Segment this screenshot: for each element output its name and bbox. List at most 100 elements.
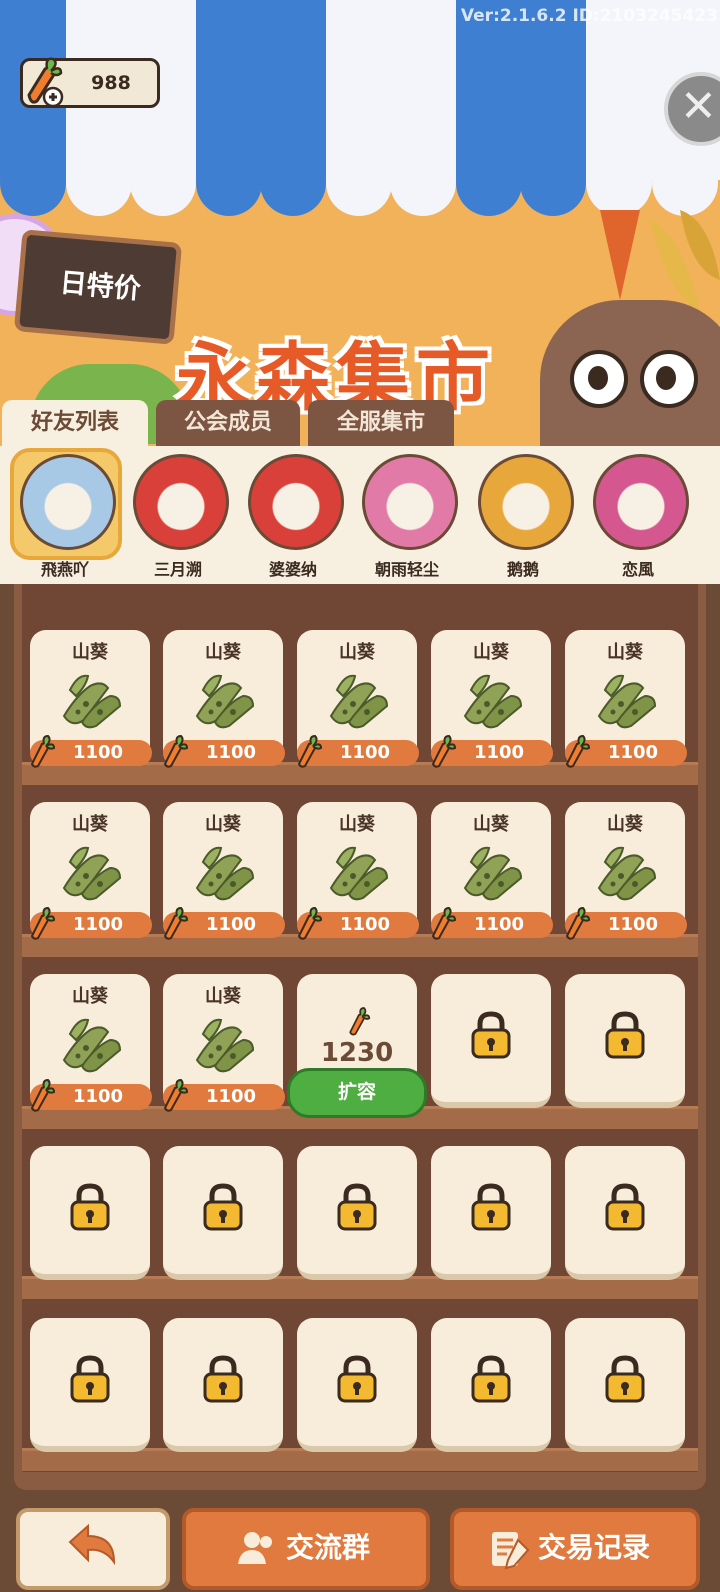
locked-slot[interactable] [431,1318,551,1452]
wasabi-icon [329,846,389,901]
friend-avatar-item[interactable]: 朝雨轻尘 [352,454,462,584]
wasabi-icon [195,674,255,729]
shelf-item-slot[interactable]: 山葵 1100 [163,630,285,768]
locked-slot[interactable] [431,974,551,1108]
item-name: 山葵 [607,642,643,663]
wasabi-icon [329,674,389,729]
shelf-item-slot[interactable]: 山葵 1100 [297,630,419,768]
locked-slot[interactable] [565,974,685,1108]
lock-icon [337,1183,377,1231]
locked-slot[interactable] [30,1146,150,1280]
item-price: 1100 [339,914,391,935]
friend-avatar-item[interactable]: 恋風 [583,454,693,584]
item-name: 山葵 [473,814,509,835]
carrot-icon [27,57,64,108]
item-name: 山葵 [473,642,509,663]
wasabi-icon [62,846,122,901]
avatar [478,454,574,550]
tab-server-market[interactable]: 全服集市 [308,400,454,448]
avatar [593,454,689,550]
item-price-tag: 1100 [163,734,285,768]
chat-group-label: 交流群 [286,1531,371,1564]
lock-icon [70,1183,110,1231]
wasabi-icon [597,674,657,729]
item-name: 山葵 [607,814,643,835]
item-price-tag: 1100 [30,734,152,768]
lock-icon [605,1355,645,1403]
lock-icon [471,1355,511,1403]
shelf-item-slot[interactable]: 山葵 1100 [431,802,553,940]
group-icon [238,1532,272,1564]
wasabi-icon [62,674,122,729]
friend-avatar-item[interactable]: 鹅鹅 [468,454,578,584]
locked-slot[interactable] [565,1146,685,1280]
currency-value: 988 [91,72,131,94]
avatar [362,454,458,550]
shelf-item-slot[interactable]: 山葵 1100 [163,802,285,940]
expand-slot[interactable]: 1230 扩容 [287,974,427,1118]
shelf-item-slot[interactable]: 山葵 1100 [163,974,285,1112]
avatar [248,454,344,550]
shelf-item-slot[interactable]: 山葵 1100 [30,630,152,768]
locked-slot[interactable] [30,1318,150,1452]
friend-name: 飛燕吖 [40,560,89,579]
item-price: 1100 [205,1086,257,1107]
locked-slot[interactable] [163,1318,283,1452]
locked-slot[interactable] [297,1146,417,1280]
lock-icon [471,1183,511,1231]
locked-slot[interactable] [163,1146,283,1280]
lock-icon [605,1011,645,1059]
friend-avatar-item[interactable]: 飛燕吖 [10,448,122,584]
locked-slot[interactable] [565,1318,685,1452]
item-price-tag: 1100 [297,906,419,940]
shelf-item-slot[interactable]: 山葵 1100 [30,802,152,940]
tab-guild-members[interactable]: 公会成员 [156,400,300,448]
friend-avatar-item[interactable]: 婆婆纳 [238,454,348,584]
item-name: 山葵 [339,814,375,835]
item-price-tag: 1100 [431,906,553,940]
shelf-item-slot[interactable]: 山葵 1100 [431,630,553,768]
friend-name: 恋風 [621,560,654,579]
item-price: 1100 [72,742,124,763]
item-price: 1100 [607,914,659,935]
item-price-tag: 1100 [565,734,687,768]
item-price-tag: 1100 [431,734,553,768]
wasabi-icon [463,674,523,729]
carrot-icon [349,1007,371,1036]
friend-name: 鹅鹅 [506,560,539,579]
expand-button[interactable]: 扩容 [287,1068,427,1118]
locked-slot[interactable] [297,1318,417,1452]
back-arrow-icon [68,1523,116,1566]
shopkeeper-cat-illustration [540,300,720,460]
daily-special-label: 日特价 [58,267,142,306]
shelf-item-slot[interactable]: 山葵 1100 [30,974,152,1112]
item-price: 1100 [72,914,124,935]
item-price: 1100 [607,742,659,763]
notebook-pencil-icon [492,1532,530,1570]
lock-icon [605,1183,645,1231]
shelf-item-slot[interactable]: 山葵 1100 [565,630,687,768]
shelf-item-slot[interactable]: 山葵 1100 [297,802,419,940]
back-button[interactable] [16,1508,170,1590]
item-price-tag: 1100 [30,1078,152,1112]
item-price-tag: 1100 [297,734,419,768]
wasabi-icon [195,1018,255,1073]
lock-icon [203,1183,243,1231]
friend-avatar-item[interactable]: 三月溯 [123,454,233,584]
market-awning [0,0,720,220]
carrot-currency-display[interactable]: 988 [20,57,160,108]
locked-slot[interactable] [431,1146,551,1280]
tab-friends-list[interactable]: 好友列表 [2,400,148,448]
friend-name: 三月溯 [153,560,202,579]
item-name: 山葵 [72,642,108,663]
chat-group-button[interactable]: 交流群 [182,1508,430,1590]
avatar [133,454,229,550]
item-price: 1100 [339,742,391,763]
friend-name: 朝雨轻尘 [374,560,439,579]
wasabi-icon [195,846,255,901]
lock-icon [471,1011,511,1059]
trade-records-button[interactable]: 交易记录 [450,1508,700,1590]
shelf-item-slot[interactable]: 山葵 1100 [565,802,687,940]
item-price-tag: 1100 [30,906,152,940]
item-price: 1100 [205,914,257,935]
